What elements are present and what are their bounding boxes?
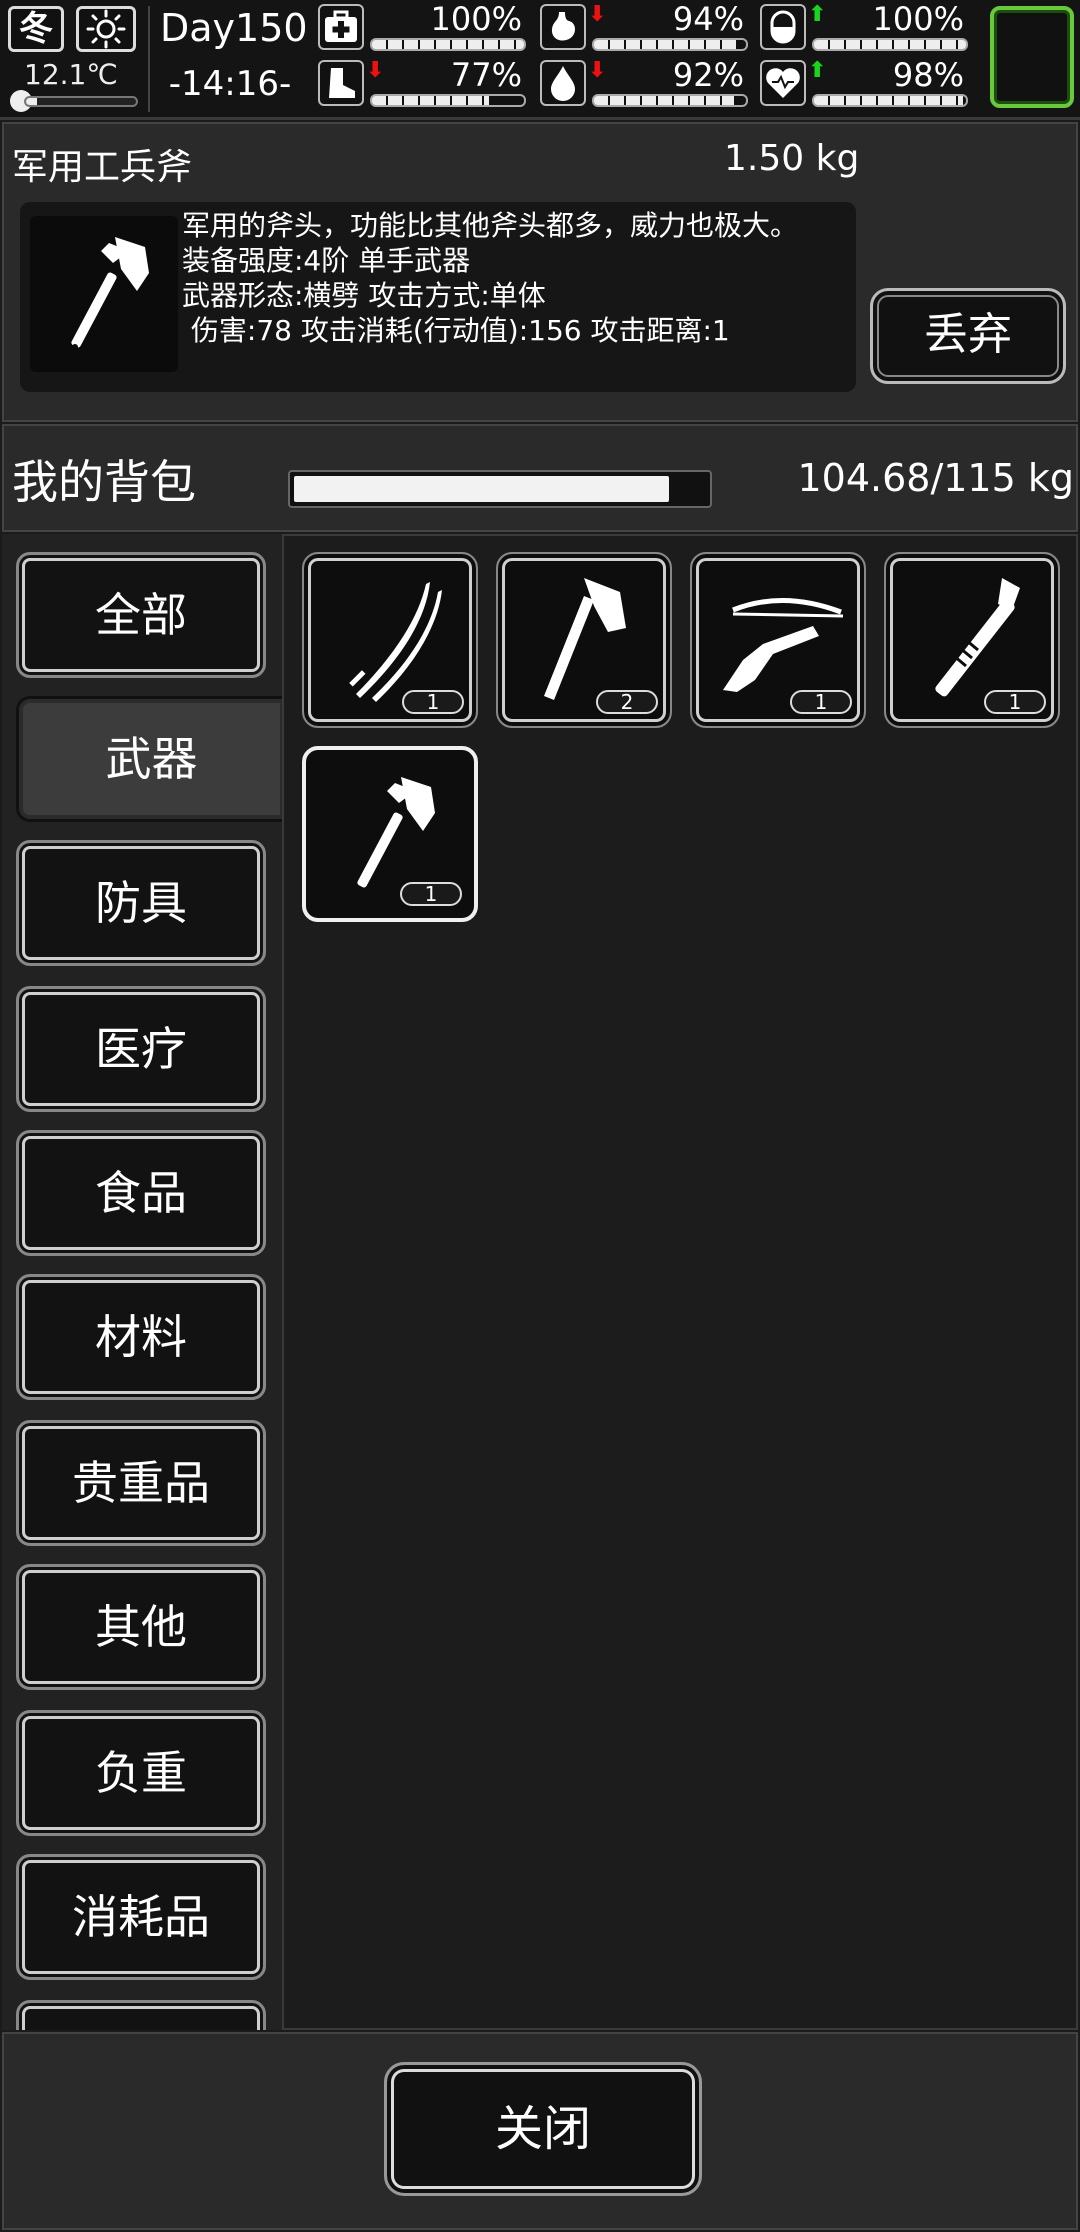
stat-mood: ⬆ 98%: [760, 56, 970, 108]
inventory-item[interactable]: 1: [690, 552, 866, 728]
inventory-item-selected[interactable]: 1: [302, 746, 478, 922]
stat-value: 92%: [672, 56, 744, 94]
stat-thirst: ⬇ 92%: [540, 56, 750, 108]
item-weight: 1.50 kg: [724, 138, 860, 179]
stat-health: 100%: [318, 0, 528, 52]
item-count: 1: [402, 690, 464, 714]
stat-stamina: ⬇ 77%: [318, 56, 528, 108]
item-description: 军用的斧头，功能比其他斧头都多，威力也极大。 装备强度:4阶 单手武器 武器形态:横…: [182, 208, 798, 348]
katana-icon: [349, 582, 442, 702]
pill-icon: [760, 4, 806, 50]
category-more[interactable]: [16, 2000, 266, 2030]
item-name: 军用工兵斧: [12, 147, 193, 188]
water-drop-icon: [540, 60, 586, 106]
military-axe-icon: [30, 216, 178, 372]
category-food[interactable]: 食品: [16, 1130, 266, 1256]
day-counter: Day150: [160, 6, 308, 50]
stat-hunger: ⬇ 94%: [540, 0, 750, 52]
backpack-header: 我的背包 104.68/115 kg: [2, 424, 1078, 532]
trend-up-icon: ⬆: [808, 2, 827, 27]
game-clock: -14:16-: [168, 64, 292, 104]
item-info-card: 军用的斧头，功能比其他斧头都多，威力也极大。 装备强度:4阶 单手武器 武器形态:横…: [20, 202, 856, 392]
stat-value: 100%: [430, 0, 522, 38]
stat-value: 98%: [892, 56, 964, 94]
trend-down-icon: ⬇: [366, 58, 385, 83]
stat-value: 100%: [872, 0, 964, 38]
item-detail-panel: 军用工兵斧 1.50 kg 军用的斧头，功能比其他斧头都多，威力也极大。 装备强度…: [2, 122, 1078, 422]
item-count: 1: [400, 882, 462, 906]
sun-icon: [76, 6, 136, 52]
stat-value: 94%: [672, 0, 744, 38]
first-aid-icon: [318, 4, 364, 50]
inventory-grid: 1 2 1 1 1: [282, 534, 1078, 2030]
bottom-bar: 关闭: [2, 2032, 1078, 2230]
category-other[interactable]: 其他: [16, 1564, 266, 1690]
item-count: 2: [596, 690, 658, 714]
category-consumables[interactable]: 消耗品: [16, 1854, 266, 1980]
form-line: 武器形态:横劈 攻击方式:单体: [182, 279, 546, 312]
item-count: 1: [984, 690, 1046, 714]
military-axe-icon: [357, 777, 435, 888]
thermometer: [10, 90, 138, 112]
category-list[interactable]: 全部 武器 防具 医疗 食品 材料 贵重品 其他 负重 消耗品: [2, 534, 282, 2030]
category-load[interactable]: 负重: [16, 1710, 266, 1836]
category-weapons[interactable]: 武器: [16, 696, 282, 822]
inventory-item[interactable]: 1: [884, 552, 1060, 728]
heart-icon: [760, 60, 806, 106]
stat-value: 77%: [450, 56, 522, 94]
tier-line: 装备强度:4阶 单手武器: [182, 244, 471, 277]
close-button[interactable]: 关闭: [384, 2062, 702, 2196]
axe-icon: [544, 578, 626, 700]
backpack-title: 我的背包: [12, 455, 196, 509]
divider: [148, 6, 150, 112]
capacity-bar: [288, 470, 712, 508]
category-medical[interactable]: 医疗: [16, 986, 266, 1112]
trend-down-icon: ⬇: [588, 2, 607, 27]
crossbow-icon: [723, 597, 844, 692]
stat-medicine: ⬆ 100%: [760, 0, 970, 52]
temperature-label: 12.1℃: [24, 58, 118, 91]
backpack-weight: 104.68/115 kg: [797, 456, 1074, 500]
category-materials[interactable]: 材料: [16, 1274, 266, 1400]
inventory-item[interactable]: 1: [302, 552, 478, 728]
discard-button[interactable]: 丢弃: [870, 288, 1066, 384]
status-bar: 冬 12.1℃ Day150 -14:16- 100% ⬇ 94% ⬆ 100%…: [0, 0, 1080, 120]
trend-down-icon: ⬇: [588, 58, 607, 83]
foot-icon: [318, 60, 364, 106]
category-valuables[interactable]: 贵重品: [16, 1420, 266, 1546]
category-all[interactable]: 全部: [16, 552, 266, 678]
category-armor[interactable]: 防具: [16, 840, 266, 966]
equipment-slot[interactable]: [990, 6, 1074, 108]
inventory-item[interactable]: 2: [496, 552, 672, 728]
stomach-icon: [540, 4, 586, 50]
stats-line: 伤害:78 攻击消耗(行动值):156 攻击距离:1: [182, 314, 730, 347]
trend-up-icon: ⬆: [808, 58, 827, 83]
item-count: 1: [790, 690, 852, 714]
pipe-wrench-icon: [935, 578, 1020, 697]
description-line: 军用的斧头，功能比其他斧头都多，威力也极大。: [182, 209, 799, 242]
season-badge: 冬: [8, 6, 64, 52]
